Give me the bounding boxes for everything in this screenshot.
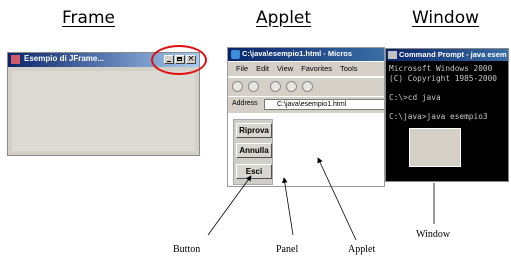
caption-panel: Panel (276, 244, 299, 255)
caption-window: Window (416, 229, 451, 240)
arrow-to-panel (281, 177, 294, 236)
arrow-to-button (207, 175, 252, 236)
pointer-arrows (207, 157, 435, 241)
arrow-to-applet (317, 157, 357, 241)
caption-applet: Applet (348, 244, 376, 255)
caption-button: Button (173, 244, 201, 255)
